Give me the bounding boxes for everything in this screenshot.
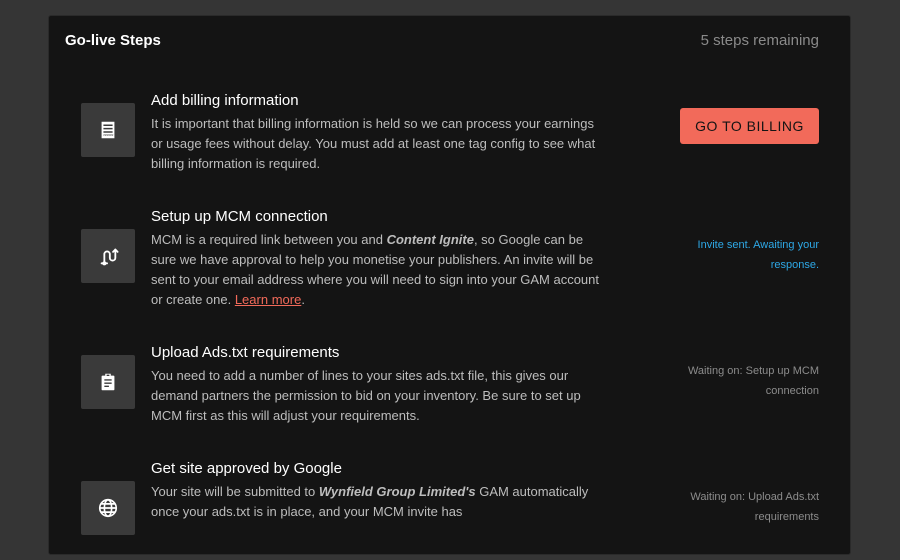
step-title: Add billing information: [151, 92, 299, 109]
globe-icon: [81, 481, 135, 535]
receipt-icon: [81, 103, 135, 157]
step-ads-txt: Upload Ads.txt requirements You need to …: [81, 344, 819, 424]
steps-remaining: 5 steps remaining: [700, 32, 819, 49]
step-billing: Add billing information It is important …: [81, 92, 819, 172]
desc-text: Your site will be submitted to: [151, 484, 319, 499]
clipboard-icon: [81, 355, 135, 409]
learn-more-link[interactable]: Learn more: [235, 292, 301, 307]
step-description: MCM is a required link between you and C…: [151, 230, 606, 310]
step-title: Upload Ads.txt requirements: [151, 344, 340, 361]
desc-text: .: [301, 292, 305, 307]
step-description: Your site will be submitted to Wynfield …: [151, 482, 606, 522]
card-title: Go-live Steps: [65, 32, 161, 49]
company-name: Wynfield Group Limited's: [318, 484, 476, 499]
step-title: Setup up MCM connection: [151, 208, 328, 225]
mcm-status: Invite sent. Awaiting your response.: [697, 239, 819, 271]
step-description: It is important that billing information…: [151, 116, 596, 171]
desc-text: MCM is a required link between you and: [151, 232, 387, 247]
step-mcm: Setup up MCM connection MCM is a require…: [81, 208, 819, 308]
card-header: Go-live Steps 5 steps remaining: [49, 16, 850, 66]
step-description: You need to add a number of lines to you…: [151, 368, 581, 423]
step-title: Get site approved by Google: [151, 460, 342, 477]
company-name: Content Ignite: [386, 232, 474, 247]
step-site-approval: Get site approved by Google Your site wi…: [81, 460, 819, 560]
go-to-billing-button[interactable]: GO TO BILLING: [680, 108, 819, 144]
approval-status: Waiting on: Upload Ads.txt requirements: [690, 491, 819, 523]
go-live-card: Go-live Steps 5 steps remaining Add bill…: [48, 15, 851, 555]
ads-txt-status: Waiting on: Setup up MCM connection: [687, 365, 819, 397]
connection-icon: [81, 229, 135, 283]
